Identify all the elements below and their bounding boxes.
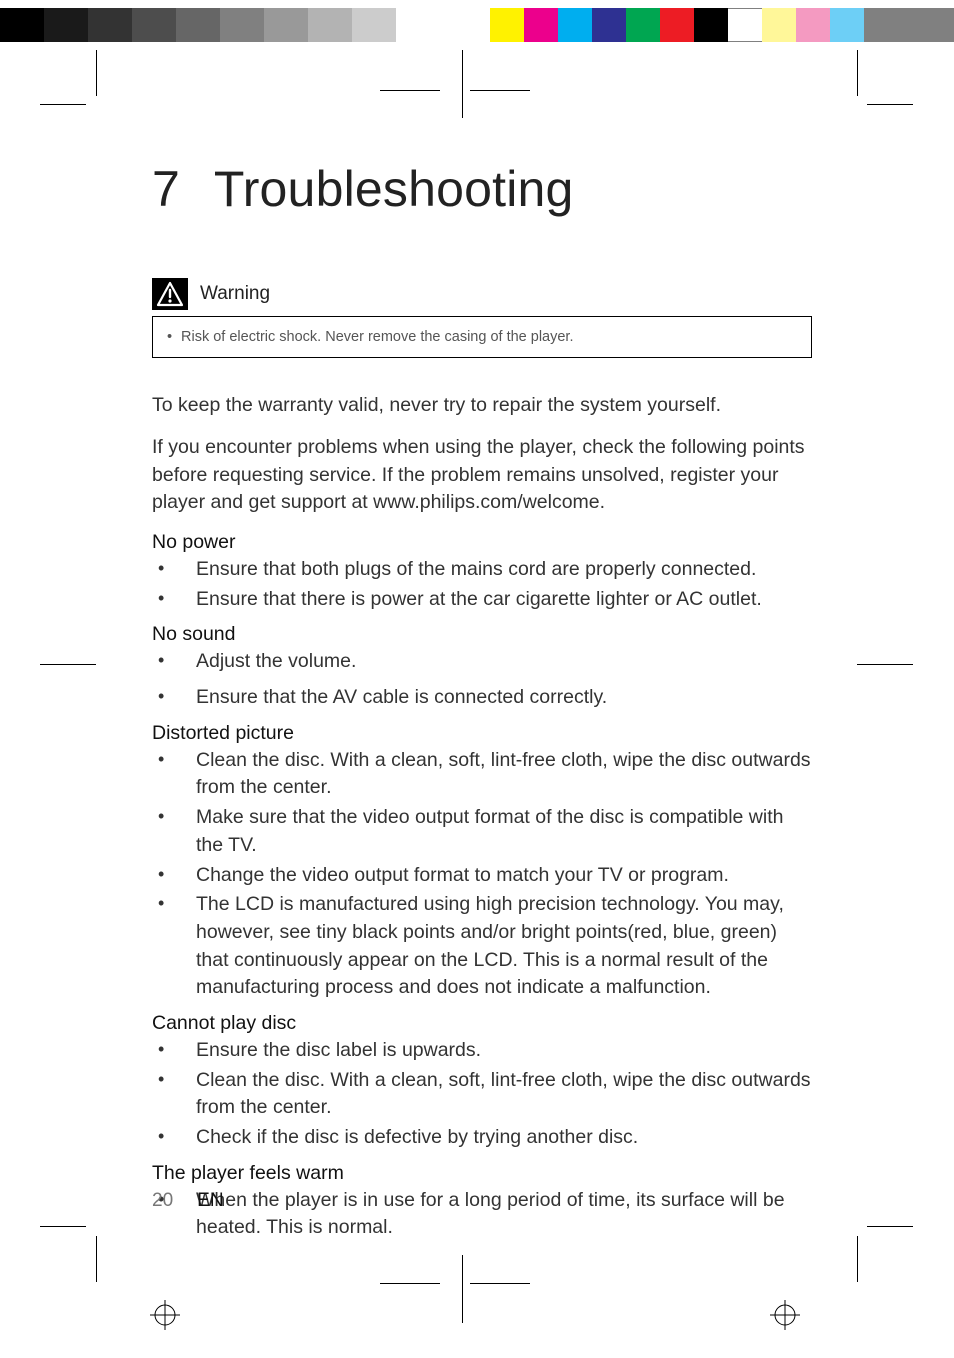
crop-mark (462, 1255, 463, 1323)
gray-swatch (264, 8, 308, 42)
crop-mark (470, 1283, 530, 1284)
page-footer: 20 EN (152, 1190, 224, 1212)
crop-mark (96, 50, 97, 96)
section-heading: No sound (152, 623, 812, 646)
warning-item: Risk of electric shock. Never remove the… (167, 327, 797, 347)
crop-mark (857, 1236, 858, 1282)
list-item: Ensure that the AV cable is connected co… (152, 684, 812, 712)
gray-swatch (0, 8, 44, 42)
color-swatch (728, 8, 762, 42)
chapter-title: Troubleshooting (214, 160, 574, 218)
list-item: Adjust the volume. (152, 648, 812, 676)
color-swatch (592, 8, 626, 42)
color-swatch (660, 8, 694, 42)
section-heading: The player feels warm (152, 1162, 812, 1185)
warning-label: Warning (200, 283, 270, 305)
warning-block: Warning Risk of electric shock. Never re… (152, 278, 812, 358)
gray-swatch (220, 8, 264, 42)
intro-paragraph: If you encounter problems when using the… (152, 434, 812, 517)
crop-mark (857, 664, 913, 665)
gray-swatch (308, 8, 352, 42)
section: No power Ensure that both plugs of the m… (152, 531, 812, 613)
color-swatch (796, 8, 830, 42)
chapter-heading: 7 Troubleshooting (152, 160, 812, 218)
list-item: Clean the disc. With a clean, soft, lint… (152, 747, 812, 802)
color-swatch (524, 8, 558, 42)
crop-mark (40, 1226, 86, 1227)
section-heading: Cannot play disc (152, 1012, 812, 1035)
warning-header: Warning (152, 278, 812, 310)
gray-swatch (352, 8, 396, 42)
crop-mark (380, 1283, 440, 1284)
crop-mark (857, 50, 858, 96)
color-swatch (830, 8, 864, 42)
list-item: The LCD is manufactured using high preci… (152, 891, 812, 1002)
list-item: Check if the disc is defective by trying… (152, 1124, 812, 1152)
printer-colorbar (0, 8, 954, 42)
gray-swatch (88, 8, 132, 42)
gray-swatch (132, 8, 176, 42)
list-item: Change the video output format to match … (152, 862, 812, 890)
color-swatch (626, 8, 660, 42)
list-item: Clean the disc. With a clean, soft, lint… (152, 1067, 812, 1122)
colorbar-tail (864, 8, 954, 42)
language-code: EN (197, 1190, 223, 1212)
warning-box: Risk of electric shock. Never remove the… (152, 316, 812, 358)
color-swatch (762, 8, 796, 42)
list-item: When the player is in use for a long per… (152, 1187, 812, 1242)
registration-mark-icon (770, 1300, 800, 1330)
section: No sound Adjust the volume. Ensure that … (152, 623, 812, 711)
crop-mark (380, 90, 440, 91)
list-item: Ensure the disc label is upwards. (152, 1037, 812, 1065)
section-heading: Distorted picture (152, 722, 812, 745)
color-swatch (558, 8, 592, 42)
colorbar-gap (440, 8, 490, 42)
page: 7 Troubleshooting Warning Risk of electr… (0, 0, 954, 1358)
crop-mark (470, 90, 530, 91)
intro-paragraph: To keep the warranty valid, never try to… (152, 392, 812, 420)
section-heading: No power (152, 531, 812, 554)
gray-swatch (396, 8, 440, 42)
list-item: Ensure that both plugs of the mains cord… (152, 556, 812, 584)
color-swatch (490, 8, 524, 42)
color-swatch (694, 8, 728, 42)
registration-mark-icon (150, 1300, 180, 1330)
page-number: 20 (152, 1190, 173, 1212)
chapter-number: 7 (152, 160, 180, 218)
crop-mark (462, 50, 463, 118)
warning-icon (152, 278, 188, 310)
crop-mark (867, 104, 913, 105)
crop-mark (867, 1226, 913, 1227)
section: Distorted picture Clean the disc. With a… (152, 722, 812, 1002)
content-area: 7 Troubleshooting Warning Risk of electr… (152, 160, 812, 1252)
crop-mark (96, 1236, 97, 1282)
section: The player feels warm When the player is… (152, 1162, 812, 1242)
list-item: Make sure that the video output format o… (152, 804, 812, 859)
section: Cannot play disc Ensure the disc label i… (152, 1012, 812, 1152)
crop-mark (40, 664, 96, 665)
gray-swatch (44, 8, 88, 42)
crop-mark (40, 104, 86, 105)
gray-swatch (176, 8, 220, 42)
list-item: Ensure that there is power at the car ci… (152, 586, 812, 614)
